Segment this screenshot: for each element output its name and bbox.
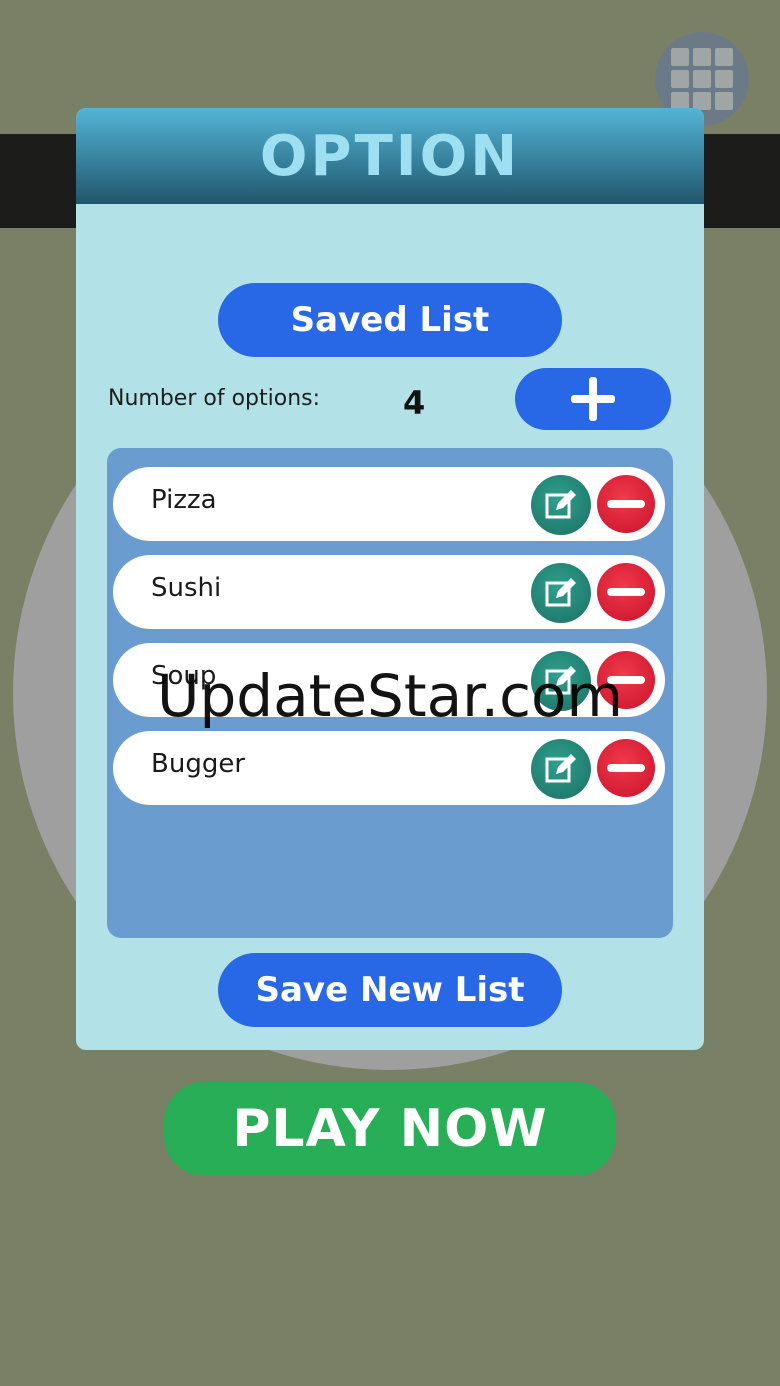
edit-icon <box>545 578 576 607</box>
delete-option-button[interactable] <box>597 475 655 533</box>
watermark: UpdateStar.com <box>157 662 623 730</box>
edit-icon <box>545 490 576 519</box>
option-label: Sushi <box>151 573 222 603</box>
save-new-list-button[interactable]: Save New List <box>218 953 562 1027</box>
list-item: Bugger <box>113 731 665 805</box>
saved-list-button[interactable]: Saved List <box>218 283 562 357</box>
list-item: Sushi <box>113 555 665 629</box>
minus-circle-icon <box>607 500 645 508</box>
edit-icon <box>545 754 576 783</box>
edit-option-button[interactable] <box>531 739 591 799</box>
option-dialog: OPTION Saved List Number of options: 4 P… <box>76 108 704 1050</box>
options-count-label: Number of options: <box>108 386 321 411</box>
option-label: Pizza <box>151 485 217 515</box>
edit-option-button[interactable] <box>531 563 591 623</box>
edit-option-button[interactable] <box>531 475 591 535</box>
list-item: Pizza <box>113 467 665 541</box>
add-option-button[interactable] <box>515 368 671 430</box>
delete-option-button[interactable] <box>597 739 655 797</box>
options-count-value: 4 <box>403 384 426 422</box>
delete-option-button[interactable] <box>597 563 655 621</box>
option-label: Bugger <box>151 749 246 779</box>
minus-circle-icon <box>607 764 645 772</box>
play-now-button[interactable]: PLAY NOW <box>164 1082 616 1176</box>
plus-icon <box>571 377 615 421</box>
minus-circle-icon <box>607 588 645 596</box>
dialog-title: OPTION <box>259 123 521 189</box>
dialog-header: OPTION <box>76 108 704 204</box>
